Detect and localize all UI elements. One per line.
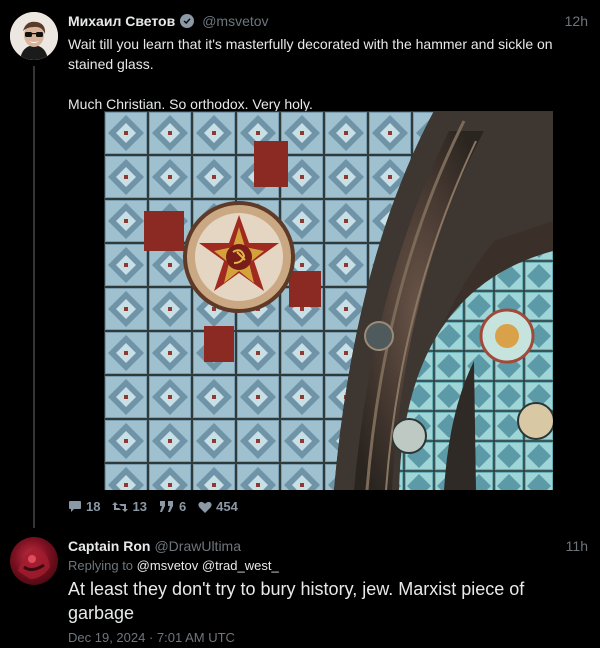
quote-action[interactable]: 6 (159, 499, 186, 514)
tweet-image[interactable] (104, 111, 553, 490)
like-action[interactable]: 454 (198, 499, 238, 514)
retweet-icon (112, 501, 129, 512)
post-timestamp[interactable]: 12h (565, 13, 588, 29)
retweet-action[interactable]: 13 (112, 499, 147, 514)
reply-action[interactable]: 18 (68, 499, 100, 514)
reply-author-name[interactable]: Captain Ron (68, 538, 150, 554)
author-handle[interactable]: @msvetov (202, 13, 268, 29)
verified-badge-icon (180, 14, 195, 28)
thread-connector-line (33, 66, 35, 528)
replying-to-mentions[interactable]: @msvetov @trad_west_ (137, 558, 279, 573)
like-count: 454 (216, 499, 238, 514)
reply-count: 18 (86, 499, 101, 514)
post-header: Михаил Светов @msvetov 12h (68, 12, 588, 29)
comment-icon (69, 501, 81, 512)
author-avatar[interactable] (10, 12, 58, 60)
reply-author-avatar[interactable] (10, 537, 58, 585)
reply-author-handle[interactable]: @DrawUltima (154, 538, 241, 554)
reply-header: Captain Ron @DrawUltima 11h (68, 538, 588, 554)
replying-to: Replying to @msvetov @trad_west_ (68, 558, 279, 573)
reply-date[interactable]: Dec 19, 2024 · 7:01 AM UTC (68, 630, 235, 645)
retweet-count: 13 (132, 499, 147, 514)
heart-icon (198, 501, 212, 513)
quote-count: 6 (178, 499, 187, 514)
reply-timestamp[interactable]: 11h (566, 538, 588, 554)
tweet-text-line: Wait till you learn that it's masterfull… (68, 36, 553, 72)
quote-icon (159, 501, 173, 512)
replying-to-label: Replying to (68, 558, 134, 573)
tweet-text: Wait till you learn that it's masterfull… (68, 34, 560, 114)
reply-text: At least they don't try to bury history,… (68, 579, 525, 623)
tweet-actions: 18 13 6 454 (68, 499, 250, 514)
author-display-name[interactable]: Михаил Светов (68, 13, 175, 29)
